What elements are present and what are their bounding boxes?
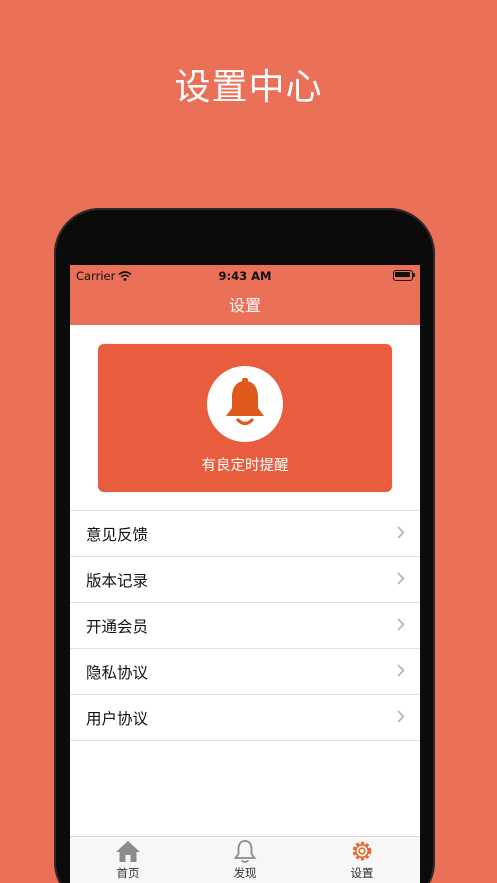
nav-title: 设置: [228, 296, 261, 315]
menu-item-label: 用户协议: [86, 709, 149, 728]
gear-icon: [352, 841, 372, 861]
tab-label: 设置: [350, 866, 374, 880]
home-icon: [116, 841, 140, 862]
tab-settings[interactable]: 设置: [322, 839, 402, 881]
tab-label: 首页: [116, 866, 140, 880]
chevron-right-icon: [397, 572, 405, 585]
menu-item-label: 意见反馈: [86, 525, 149, 544]
bell-icon: [233, 840, 257, 863]
menu-item-user-agreement[interactable]: 用户协议: [70, 695, 420, 741]
bell-icon: [226, 378, 264, 426]
battery-icon: [393, 270, 415, 281]
chevron-right-icon: [397, 526, 405, 539]
bell-badge: [207, 366, 283, 442]
app-store-preview: 设置中心 Carrier 9:43 AM 设置 有良定时提醒 意见反馈 版本记录…: [0, 0, 497, 883]
menu-item-membership[interactable]: 开通会员: [70, 603, 420, 649]
app-screen: Carrier 9:43 AM 设置 有良定时提醒 意见反馈 版本记录 开通会员…: [70, 265, 420, 883]
chevron-right-icon: [397, 710, 405, 723]
menu-item-privacy-policy[interactable]: 隐私协议: [70, 649, 420, 695]
status-bar: Carrier 9:43 AM: [70, 265, 420, 287]
menu-item-label: 隐私协议: [86, 663, 149, 682]
tab-home[interactable]: 首页: [88, 839, 168, 881]
tab-bar: 首页 发现 设置: [70, 836, 420, 883]
settings-list: 意见反馈 版本记录 开通会员 隐私协议 用户协议: [70, 510, 420, 741]
menu-item-version-history[interactable]: 版本记录: [70, 557, 420, 603]
status-time: 9:43 AM: [218, 269, 272, 283]
chevron-right-icon: [397, 618, 405, 631]
tab-label: 发现: [233, 866, 257, 880]
menu-item-feedback[interactable]: 意见反馈: [70, 511, 420, 557]
menu-item-label: 开通会员: [86, 617, 149, 636]
nav-bar: 设置: [70, 287, 420, 325]
chevron-right-icon: [397, 664, 405, 677]
promo-title: 设置中心: [174, 67, 323, 108]
reminder-card[interactable]: 有良定时提醒: [98, 344, 392, 492]
tab-discover[interactable]: 发现: [205, 839, 285, 881]
reminder-card-label: 有良定时提醒: [201, 458, 289, 474]
menu-item-label: 版本记录: [86, 571, 149, 590]
